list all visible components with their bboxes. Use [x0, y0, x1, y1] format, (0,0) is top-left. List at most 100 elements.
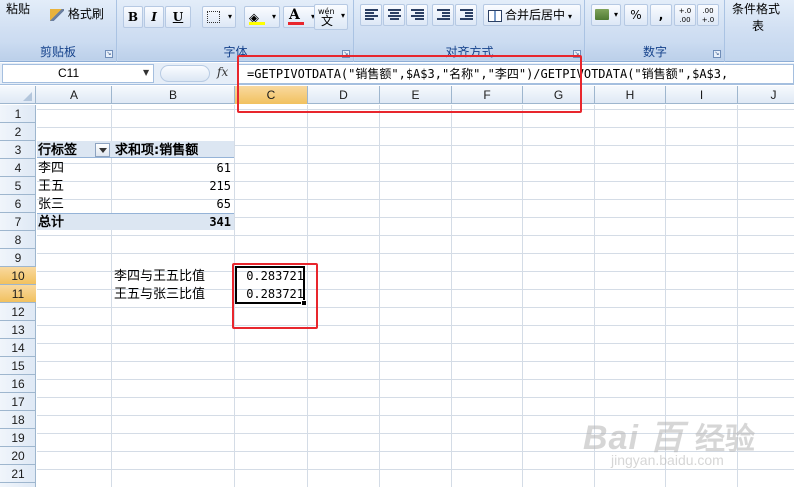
- clipboard-group-label: 剪贴板: [0, 44, 116, 60]
- align-left-button[interactable]: [360, 4, 382, 26]
- chevron-down-icon: ▾: [568, 12, 573, 21]
- percent-button[interactable]: %: [624, 4, 648, 26]
- font-color-swatch: [288, 22, 304, 25]
- increase-indent-icon: [460, 9, 473, 21]
- pivot-total-value[interactable]: 341: [113, 214, 231, 231]
- pivot-item-value[interactable]: 61: [113, 160, 231, 177]
- column-header-a[interactable]: A: [37, 86, 112, 104]
- merge-center-label: 合并后居中: [505, 8, 566, 22]
- decrease-decimal-button[interactable]: .00 +.0: [697, 4, 719, 26]
- pivot-item-name[interactable]: 王五: [38, 178, 64, 195]
- ratio-label[interactable]: 王五与张三比值: [114, 286, 205, 303]
- align-left-icon: [365, 9, 378, 21]
- fill-color-button[interactable]: ◈ ▾: [244, 6, 280, 28]
- underline-button[interactable]: U: [165, 6, 191, 28]
- fill-color-swatch: [249, 22, 265, 25]
- paste-label: 粘贴: [6, 2, 31, 16]
- currency-icon: [595, 9, 609, 20]
- row-header-2[interactable]: 2: [0, 123, 36, 141]
- row-header-11[interactable]: 11: [0, 285, 36, 303]
- decrease-indent-icon: [437, 9, 450, 21]
- row-header-9[interactable]: 9: [0, 249, 36, 267]
- formula-bar-divider-handle[interactable]: [160, 65, 210, 82]
- pivot-value-header[interactable]: 求和项:销售额: [115, 142, 198, 159]
- row-header-5[interactable]: 5: [0, 177, 36, 195]
- row-header-19[interactable]: 19: [0, 429, 36, 447]
- column-header-h[interactable]: H: [595, 86, 666, 104]
- ribbon: 粘贴 格式刷 剪贴板 ↘ B I U ▾ ◈ ▾ A ▾ wén 文 ▾ 字体 …: [0, 0, 794, 62]
- pivot-item-name[interactable]: 李四: [38, 160, 64, 177]
- styles-group: 条件格式 表: [726, 0, 794, 62]
- number-group: ▾ % , +.0 .00 .00 +.0 数字 ↘: [586, 0, 725, 62]
- chevron-down-icon[interactable]: ▼: [143, 68, 149, 77]
- align-center-button[interactable]: [383, 4, 405, 26]
- conditional-format-button[interactable]: 条件格式: [732, 0, 780, 17]
- formula-highlight-box: [237, 55, 582, 113]
- row-header-17[interactable]: 17: [0, 393, 36, 411]
- select-all-button[interactable]: [0, 86, 36, 104]
- format-painter-icon: [50, 8, 64, 21]
- row-header-12[interactable]: 12: [0, 303, 36, 321]
- row-header-8[interactable]: 8: [0, 231, 36, 249]
- column-header-b[interactable]: B: [112, 86, 235, 104]
- italic-button[interactable]: I: [144, 6, 164, 28]
- comma-button[interactable]: ,: [650, 4, 672, 26]
- pivot-item-value[interactable]: 65: [113, 196, 231, 213]
- format-painter-button[interactable]: 格式刷: [50, 5, 104, 21]
- clipboard-launcher-icon[interactable]: ↘: [105, 50, 113, 58]
- format-as-table-button[interactable]: 表: [752, 17, 764, 34]
- pivot-row-label-header[interactable]: 行标签: [38, 142, 77, 159]
- row-header-13[interactable]: 13: [0, 321, 36, 339]
- chevron-down-icon: ▾: [271, 12, 276, 21]
- merge-center-icon: [488, 9, 502, 22]
- row-header-1[interactable]: 1: [0, 105, 36, 123]
- bold-button[interactable]: B: [123, 6, 143, 28]
- row-header-14[interactable]: 14: [0, 339, 36, 357]
- result-highlight-box: [232, 263, 318, 329]
- font-group: B I U ▾ ◈ ▾ A ▾ wén 文 ▾ 字体 ↘: [118, 0, 354, 62]
- chevron-down-icon: ▾: [613, 10, 618, 19]
- row-header-3[interactable]: 3: [0, 141, 36, 159]
- align-right-button[interactable]: [406, 4, 428, 26]
- number-group-label: 数字: [586, 44, 724, 60]
- row-header-6[interactable]: 6: [0, 195, 36, 213]
- row-header-18[interactable]: 18: [0, 411, 36, 429]
- align-center-icon: [388, 9, 401, 21]
- decrease-indent-button[interactable]: [432, 4, 454, 26]
- increase-indent-button[interactable]: [455, 4, 477, 26]
- watermark-url: jingyan.baidu.com: [611, 452, 724, 468]
- row-header-16[interactable]: 16: [0, 375, 36, 393]
- phonetic-button[interactable]: wén 文 ▾: [314, 4, 348, 30]
- pivot-item-name[interactable]: 张三: [38, 196, 64, 213]
- row-header-15[interactable]: 15: [0, 357, 36, 375]
- fill-color-icon: ◈: [249, 11, 259, 26]
- border-button[interactable]: ▾: [202, 6, 236, 28]
- row-header-20[interactable]: 20: [0, 447, 36, 465]
- number-launcher-icon[interactable]: ↘: [713, 50, 721, 58]
- filter-dropdown-icon[interactable]: [95, 143, 110, 157]
- row-header-column: 1 2 3 4 5 6 7 8 9 10 11 12 13 14 15 16 1…: [0, 105, 36, 487]
- phonetic-char: 文: [321, 14, 334, 28]
- row-header-21[interactable]: 21: [0, 465, 36, 483]
- increase-decimal-button[interactable]: +.0 .00: [674, 4, 696, 26]
- row-header-10[interactable]: 10: [0, 267, 36, 285]
- baidu-watermark: Bai 百 经验 jingyan.baidu.com: [583, 410, 783, 476]
- currency-button[interactable]: ▾: [591, 4, 621, 26]
- pivot-total-label[interactable]: 总计: [38, 214, 64, 231]
- ratio-label[interactable]: 李四与王五比值: [114, 268, 205, 285]
- chevron-down-icon: ▾: [227, 12, 232, 21]
- column-header-i[interactable]: I: [666, 86, 738, 104]
- align-right-icon: [411, 9, 424, 21]
- insert-function-icon[interactable]: fx: [217, 65, 228, 79]
- row-header-7[interactable]: 7: [0, 213, 36, 231]
- paste-button[interactable]: 粘贴: [6, 0, 42, 18]
- chevron-down-icon: ▾: [340, 11, 345, 20]
- pivot-item-value[interactable]: 215: [113, 178, 231, 195]
- clipboard-group: 粘贴 格式刷 剪贴板 ↘: [0, 0, 117, 62]
- name-box[interactable]: C11: [2, 64, 154, 83]
- format-painter-label: 格式刷: [67, 7, 104, 21]
- merge-center-button[interactable]: 合并后居中 ▾: [483, 4, 581, 26]
- column-header-j[interactable]: J: [738, 86, 794, 104]
- row-header-4[interactable]: 4: [0, 159, 36, 177]
- select-all-triangle-icon: [23, 92, 32, 101]
